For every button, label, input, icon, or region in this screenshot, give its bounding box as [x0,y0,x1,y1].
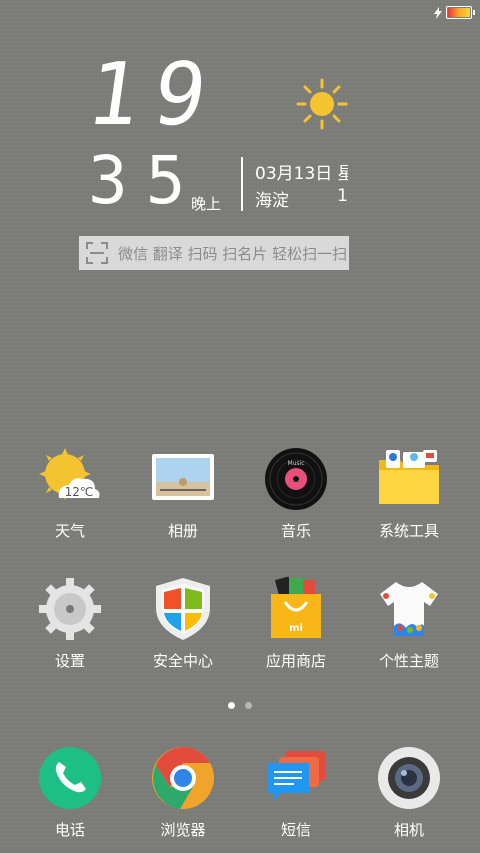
store-bag-text: mi [289,623,303,634]
message-icon [263,745,329,811]
theme-shirt-icon [376,576,442,642]
clock-hour[interactable]: 19 [81,45,227,145]
weather-icon: 12℃ [37,446,103,512]
clock-ampm: 晚上 [191,195,222,213]
app-label: 天气 [54,522,85,540]
app-label: 浏览器 [160,821,206,839]
scan-bar-text: 微信 翻译 扫码 扫名片 轻松扫一扫 [118,244,348,263]
status-bar [434,6,475,19]
store-bag-icon: mi [263,576,329,642]
app-security[interactable]: 安全中心 [128,576,238,671]
app-settings[interactable]: 设置 [15,576,125,671]
music-icon: Music [263,446,329,512]
gear-icon [37,576,103,642]
widget-location-row: 海淀 1 [255,186,348,211]
app-label: 相册 [167,522,198,540]
clock-minute[interactable]: 35 [88,148,203,214]
app-system-tools[interactable]: 系统工具 [354,446,464,541]
wallpaper [0,0,480,853]
page-dot-active[interactable] [228,702,235,709]
app-label: 短信 [280,821,311,839]
app-themes[interactable]: 个性主题 [354,576,464,671]
battery-icon [446,6,475,19]
dock-browser[interactable]: 浏览器 [128,745,238,840]
app-label: 应用商店 [265,652,326,670]
scan-icon [86,242,108,264]
phone-icon [37,745,103,811]
dock-messages[interactable]: 短信 [241,745,351,840]
page-indicator[interactable] [0,702,480,709]
gallery-icon [150,446,216,512]
widget-location: 海淀 [255,191,289,211]
app-label: 音乐 [280,522,311,540]
dock-phone[interactable]: 电话 [15,745,125,840]
folder-icon [376,446,442,512]
app-label: 相机 [393,821,424,839]
app-label: 电话 [54,821,85,839]
app-label: 安全中心 [152,652,213,670]
widget-temp: 1 [337,186,348,206]
app-store[interactable]: mi 应用商店 [241,576,351,671]
app-label: 系统工具 [378,522,439,540]
app-gallery[interactable]: 相册 [128,446,238,541]
weather-temp: 12℃ [65,485,94,499]
shield-icon [150,576,216,642]
page-dot[interactable] [245,702,252,709]
app-weather[interactable]: 12℃ 天气 [15,446,125,541]
sun-icon[interactable] [296,78,348,130]
browser-icon [150,745,216,811]
charging-icon [434,6,442,19]
widget-date: 03月13日 星 [255,164,348,184]
clock-divider [241,157,243,211]
app-label: 设置 [54,652,85,670]
app-music[interactable]: Music 音乐 [241,446,351,541]
dock-camera[interactable]: 相机 [354,745,464,840]
scan-search-bar[interactable]: 微信 翻译 扫码 扫名片 轻松扫一扫 [79,236,349,270]
music-disc-text: Music [287,460,304,467]
camera-icon [376,745,442,811]
app-label: 个性主题 [378,652,439,670]
